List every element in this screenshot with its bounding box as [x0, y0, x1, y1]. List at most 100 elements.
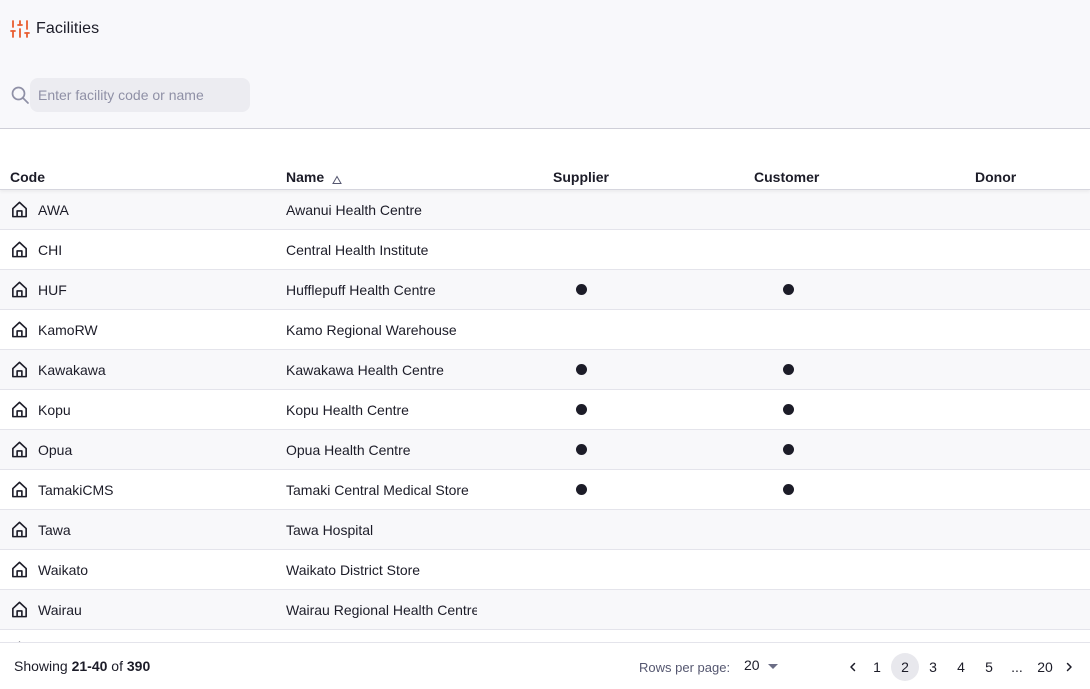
facility-code: CHI — [38, 241, 63, 258]
cell-customer — [782, 230, 794, 269]
page-button[interactable]: 20 — [1031, 653, 1059, 681]
cell-code: KamoRW — [10, 310, 270, 349]
search-bar — [10, 78, 250, 112]
home-icon — [10, 240, 29, 259]
column-label: Customer — [754, 169, 820, 185]
home-icon — [10, 560, 29, 579]
page-header: Facilities — [0, 0, 1090, 129]
cell-customer — [782, 270, 794, 309]
page-button[interactable]: 3 — [919, 653, 947, 681]
rows-per-page-select[interactable]: 20 — [744, 657, 778, 673]
cell-supplier — [575, 550, 587, 589]
cell-supplier — [575, 430, 587, 469]
supplier-indicator-dot — [575, 404, 587, 415]
rows-per-page-value: 20 — [744, 657, 760, 673]
cell-name: Waikato District Store — [286, 561, 421, 578]
cell-code: Tawa — [10, 510, 270, 549]
facility-code: Kawakawa — [38, 361, 106, 378]
column-header-supplier[interactable]: Supplier — [553, 169, 609, 185]
home-icon — [10, 600, 29, 619]
facility-code: TamakiCMS — [38, 481, 114, 498]
column-label: Supplier — [553, 169, 610, 185]
column-header-donor[interactable]: Donor — [975, 169, 1016, 185]
cell-customer — [782, 390, 794, 429]
page-button[interactable]: 4 — [947, 653, 975, 681]
chevron-left-icon — [850, 662, 856, 672]
facility-code: Tawa — [38, 521, 71, 538]
cell-supplier — [575, 630, 587, 642]
supplier-indicator-dot — [575, 444, 587, 455]
cell-name: Tamaki Central Medical Store — [286, 481, 469, 498]
cell-customer — [782, 190, 794, 229]
sliders-icon — [10, 19, 30, 39]
table-row[interactable]: Kopu Kopu Health Centre — [0, 390, 1090, 430]
cell-name: Tawa Hospital — [286, 521, 374, 538]
chevron-right-icon — [1066, 662, 1072, 672]
table-row[interactable]: Kawakawa Kawakawa Health Centre — [0, 350, 1090, 390]
customer-indicator-dot — [782, 364, 794, 375]
pagination: 1 2 3 4 5... 20 — [843, 653, 1079, 681]
cell-code: Wairau — [10, 590, 270, 629]
table-row[interactable]: AWA Awanui Health Centre — [0, 190, 1090, 230]
facilities-table: Code Name Supplier Customer Donor AWA Awa… — [0, 130, 1090, 642]
customer-indicator-dot — [782, 404, 794, 415]
table-row[interactable]: Waikato Waikato District Store — [0, 550, 1090, 590]
page-button[interactable]: 1 — [863, 653, 891, 681]
page-button[interactable]: 2 — [891, 653, 919, 681]
cell-code: Kawakawa — [10, 350, 270, 389]
page-ellipsis: ... — [1011, 659, 1023, 675]
cell-supplier — [575, 350, 587, 389]
table-row[interactable]: TamakiCMS Tamaki Central Medical Store — [0, 470, 1090, 510]
home-icon — [10, 320, 29, 339]
page-button[interactable]: 5 — [975, 653, 1003, 681]
cell-code: Kopu — [10, 390, 270, 429]
column-header-code[interactable]: Code — [10, 169, 45, 185]
table-row[interactable]: KamoRW Kamo Regional Warehouse — [0, 310, 1090, 350]
cell-supplier — [575, 510, 587, 549]
column-header-customer[interactable]: Customer — [754, 169, 819, 185]
table-row[interactable]: Opua Opua Health Centre — [0, 430, 1090, 470]
supplier-indicator-dot — [575, 364, 587, 375]
cell-code: AWA — [10, 190, 270, 229]
cell-name: Awanui Health Centre — [286, 201, 422, 218]
previous-page-button[interactable] — [843, 653, 863, 681]
facility-code: Wairau — [38, 601, 82, 618]
showing-summary: Showing 21-40 of 390 — [14, 658, 150, 674]
cell-customer — [782, 550, 794, 589]
search-input[interactable] — [30, 78, 250, 112]
cell-code: TamakiCMS — [10, 470, 270, 509]
home-icon — [10, 400, 29, 419]
facility-code: KamoRW — [38, 321, 98, 338]
table-row[interactable]: Wairau Wairau Regional Health Centre — [0, 590, 1090, 630]
facility-code: HUF — [38, 281, 67, 298]
facility-code: Opua — [38, 441, 73, 458]
column-label: Donor — [975, 169, 1017, 185]
cell-supplier — [575, 270, 587, 309]
table-row[interactable] — [0, 630, 1090, 642]
next-page-button[interactable] — [1059, 653, 1079, 681]
home-icon — [10, 360, 29, 379]
home-icon — [10, 480, 29, 499]
cell-name: Opua Health Centre — [286, 441, 411, 458]
home-icon — [10, 520, 29, 539]
column-header-name[interactable]: Name — [286, 169, 343, 185]
search-icon — [10, 85, 30, 105]
cell-code: Waikato — [10, 550, 270, 589]
cell-code: HUF — [10, 270, 270, 309]
table-row[interactable]: CHI Central Health Institute — [0, 230, 1090, 270]
page-title: Facilities — [36, 20, 100, 37]
showing-total: 390 — [126, 658, 151, 674]
showing-of: of — [111, 658, 123, 674]
title-row: Facilities — [10, 19, 99, 39]
cell-customer — [782, 310, 794, 349]
cell-customer — [782, 430, 794, 469]
home-icon — [10, 200, 29, 219]
page-list: 1 2 3 4 5... 20 — [863, 653, 1059, 681]
cell-supplier — [575, 390, 587, 429]
table-row[interactable]: HUF Hufflepuff Health Centre — [0, 270, 1090, 310]
cell-name: Wairau Regional Health Centre — [286, 601, 477, 618]
table-header: Code Name Supplier Customer Donor — [0, 130, 1090, 190]
customer-indicator-dot — [782, 284, 794, 295]
table-row[interactable]: Tawa Tawa Hospital — [0, 510, 1090, 550]
cell-supplier — [575, 230, 587, 269]
